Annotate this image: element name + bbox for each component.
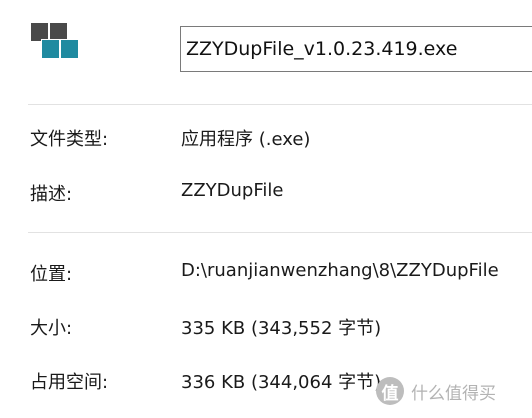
description-label: 描述: — [30, 184, 73, 205]
file-type-value: 应用程序 (.exe) — [181, 129, 311, 150]
description-value: ZZYDupFile — [181, 180, 284, 201]
watermark-logo-icon: 值 — [376, 377, 404, 405]
size-label: 大小: — [30, 318, 73, 339]
disk-size-value: 336 KB (344,064 字节) — [181, 372, 382, 393]
app-icon-square — [41, 39, 60, 59]
location-label: 位置: — [30, 264, 73, 285]
app-icon-square — [60, 39, 79, 59]
divider — [28, 232, 532, 233]
watermark: 值 什么值得买 — [376, 374, 496, 408]
divider — [28, 104, 532, 105]
disk-size-label: 占用空间: — [30, 372, 109, 393]
location-value[interactable]: D:\ruanjianwenzhang\8\ZZYDupFile — [181, 260, 499, 281]
filename-input[interactable]: ZZYDupFile_v1.0.23.419.exe — [180, 26, 532, 72]
app-icon — [31, 23, 79, 59]
file-type-label: 文件类型: — [30, 129, 109, 150]
size-value: 335 KB (343,552 字节) — [181, 318, 382, 339]
watermark-text: 什么值得买 — [411, 383, 496, 404]
